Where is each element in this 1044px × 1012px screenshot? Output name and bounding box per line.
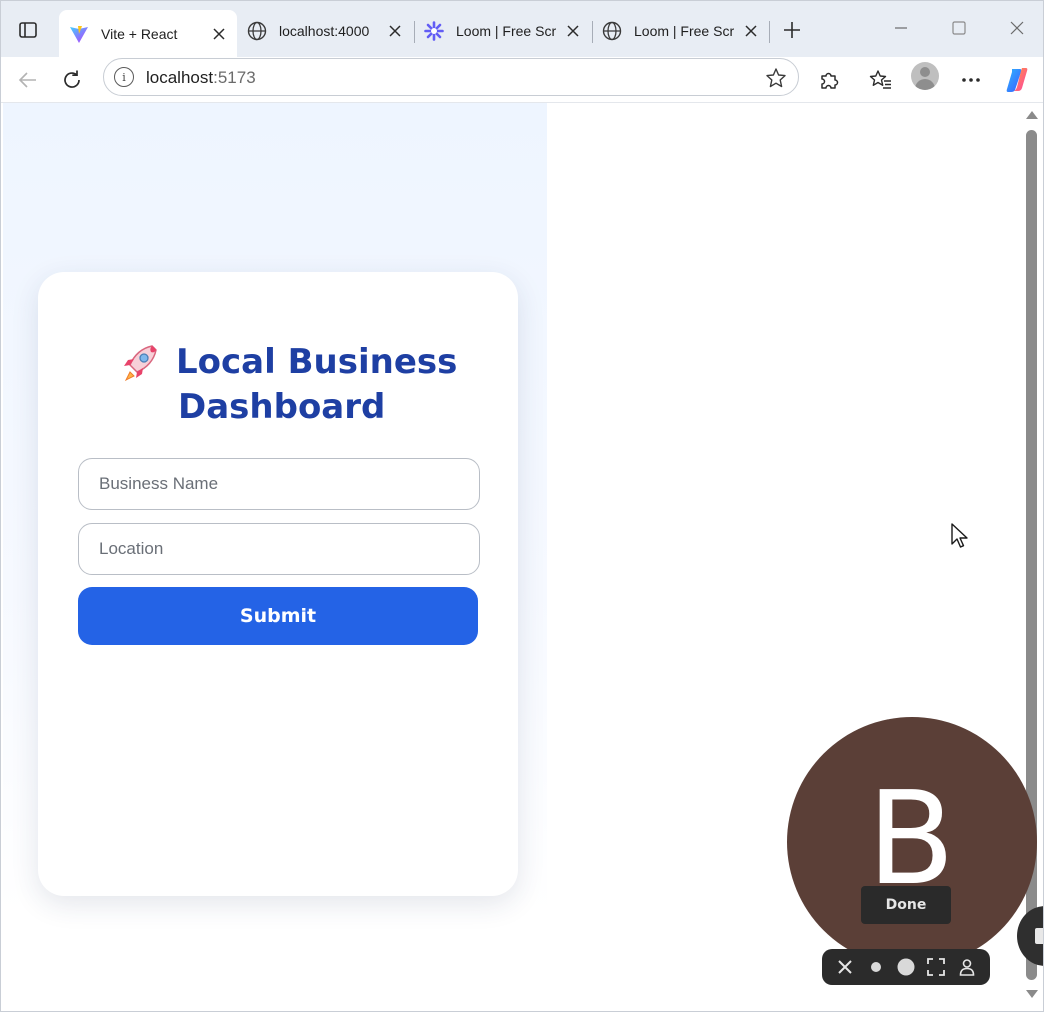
favorites-button[interactable] <box>866 65 896 95</box>
back-arrow-icon <box>18 72 36 88</box>
url-host: localhost <box>146 68 214 87</box>
hand-icon <box>1035 928 1043 944</box>
loom-camera-bubble[interactable]: B <box>787 717 1037 967</box>
plus-icon <box>784 22 800 38</box>
dot-small-icon[interactable] <box>864 955 888 979</box>
location-input[interactable] <box>78 523 480 575</box>
close-window-icon <box>1010 21 1024 35</box>
address-bar[interactable]: i localhost:5173 <box>103 58 799 96</box>
copilot-icon <box>1006 68 1028 92</box>
tab-strip: Vite + React localhost:4000 Loom | Free … <box>1 1 1043 57</box>
submit-button[interactable]: Submit <box>78 587 478 645</box>
url-port: :5173 <box>213 68 256 87</box>
loom-logo-icon <box>424 21 444 41</box>
extensions-puzzle-icon <box>821 72 839 89</box>
tab-loom-2[interactable]: Loom | Free Scr <box>592 11 769 51</box>
avatar-head <box>920 67 930 77</box>
new-tab-button[interactable] <box>780 18 804 42</box>
minimize-button[interactable] <box>887 15 915 41</box>
title-line-1: Local Business <box>176 342 458 382</box>
back-button[interactable] <box>13 65 43 95</box>
tab-actions-icon <box>19 22 37 38</box>
browser-toolbar: i localhost:5173 <box>1 57 1043 103</box>
tab-vite-react[interactable]: Vite + React <box>59 10 237 57</box>
favorite-star-icon[interactable] <box>764 66 788 90</box>
business-name-input[interactable] <box>78 458 480 510</box>
close-icon[interactable] <box>833 955 857 979</box>
url-text[interactable]: localhost:5173 <box>146 68 256 88</box>
close-tab-icon[interactable] <box>565 23 581 39</box>
extensions-button[interactable] <box>814 65 844 95</box>
more-button[interactable] <box>956 65 986 95</box>
favorites-list-icon <box>869 70 891 89</box>
tab-separator <box>769 21 770 43</box>
maximize-button[interactable] <box>945 15 973 41</box>
close-window-button[interactable] <box>1003 15 1031 41</box>
scroll-up-arrow-icon[interactable] <box>1026 111 1038 119</box>
tab-title: Loom | Free Scr <box>634 23 734 39</box>
tab-actions-button[interactable] <box>15 17 41 43</box>
profile-avatar-icon[interactable] <box>911 62 939 90</box>
tab-title: Vite + React <box>101 25 178 42</box>
mouse-cursor-icon <box>951 523 968 548</box>
tab-title: Loom | Free Scr <box>456 23 556 39</box>
tab-localhost-4000[interactable]: localhost:4000 <box>237 11 413 51</box>
refresh-button[interactable] <box>57 65 87 95</box>
maximize-icon <box>952 21 966 35</box>
browser-window: Vite + React localhost:4000 Loom | Free … <box>0 0 1044 1012</box>
avatar-body <box>915 79 935 90</box>
refresh-icon <box>64 70 80 88</box>
dot-large-icon[interactable] <box>894 955 918 979</box>
info-icon[interactable]: i <box>114 67 134 87</box>
close-tab-icon[interactable] <box>387 23 403 39</box>
done-tooltip: Done <box>861 886 951 924</box>
close-tab-icon[interactable] <box>211 26 227 42</box>
scroll-down-arrow-icon[interactable] <box>1026 990 1038 998</box>
copilot-button[interactable] <box>1002 65 1032 95</box>
globe-icon <box>247 21 267 41</box>
person-icon[interactable] <box>955 955 979 979</box>
fullscreen-icon[interactable] <box>924 955 948 979</box>
tab-title: localhost:4000 <box>279 23 370 39</box>
rocket-icon <box>124 345 157 382</box>
vite-logo-icon <box>69 24 89 44</box>
title-line-2: Dashboard <box>178 387 386 427</box>
dashboard-card: Local Business Dashboard Submit <box>38 272 518 896</box>
globe-icon <box>602 21 622 41</box>
minimize-icon <box>895 27 907 29</box>
close-tab-icon[interactable] <box>743 23 759 39</box>
more-ellipsis-icon <box>962 78 980 82</box>
tab-loom-1[interactable]: Loom | Free Scr <box>414 11 591 51</box>
loom-control-bar <box>822 949 990 985</box>
